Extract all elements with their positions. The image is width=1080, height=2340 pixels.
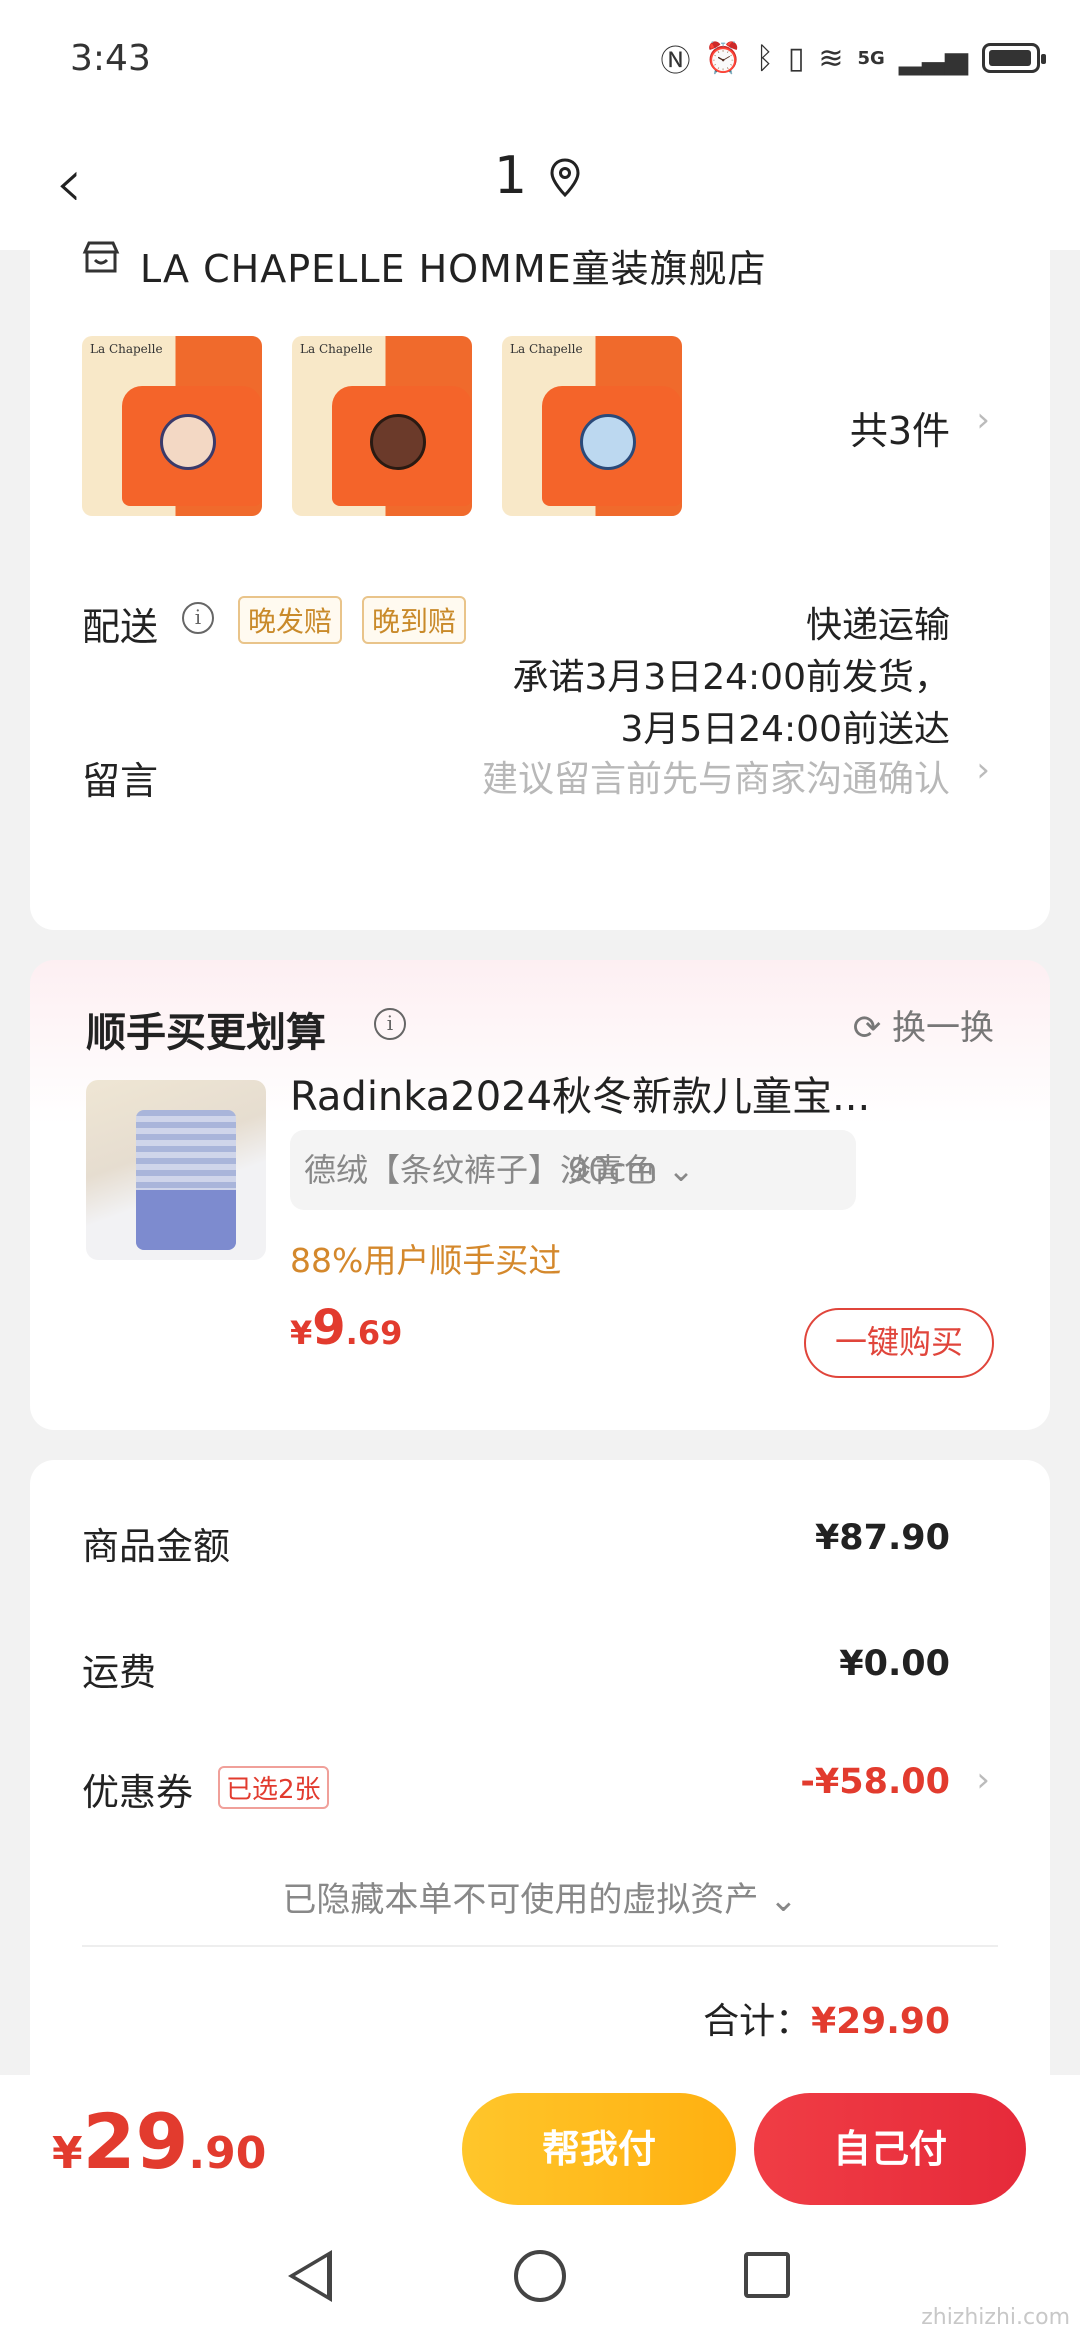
help-me-pay-button[interactable]: 帮我付	[462, 2093, 736, 2205]
note-label: 留言	[82, 759, 159, 803]
combo-product-name[interactable]: Radinka2024秋冬新款儿童宝...	[290, 1064, 990, 1122]
network-type: 5G	[857, 47, 885, 69]
shipping-value: ¥0.00	[839, 1644, 950, 1684]
battery-icon	[982, 43, 1046, 73]
system-recents-icon[interactable]	[744, 2252, 790, 2298]
page-title: 1	[494, 146, 528, 206]
chevron-down-icon: ⌄	[758, 1880, 798, 1920]
product-thumbnail[interactable]: La Chapelle	[502, 336, 682, 516]
nfc-icon: Ⓝ	[660, 44, 691, 79]
delivery-promise-arrive: 3月5日24:00前送达	[620, 709, 950, 750]
system-home-icon[interactable]	[514, 2250, 566, 2302]
goods-amount-value: ¥87.90	[814, 1518, 950, 1558]
info-icon[interactable]: i	[182, 602, 214, 634]
quick-buy-button[interactable]: 一键购买	[804, 1308, 994, 1378]
info-icon[interactable]: i	[374, 1008, 406, 1040]
wifi-icon: ≋	[818, 40, 844, 76]
chevron-right-icon[interactable]: ›	[976, 750, 990, 790]
status-time: 3:43	[70, 38, 151, 79]
store-icon	[82, 241, 120, 273]
cartoon-print	[580, 414, 636, 470]
thumb-brand: La Chapelle	[510, 342, 583, 356]
delivery-promise-ship: 承诺3月3日24:00前发货，	[512, 657, 950, 698]
refresh-label: 换一换	[892, 1008, 994, 1048]
total-value: ¥29.90	[811, 2001, 950, 2042]
delivery-method: 快递运输	[805, 605, 950, 646]
sku-selector[interactable]: 德绒【条纹裤子】淡青色 90cm ⌄	[290, 1130, 856, 1210]
pay-amount: ¥29.90	[52, 2097, 267, 2186]
system-back-icon-inner	[295, 2257, 327, 2295]
hidden-assets-toggle[interactable]: 已隐藏本单不可使用的虚拟资产 ⌄	[30, 1872, 1050, 1921]
late-ship-tag: 晚发赔	[238, 596, 343, 644]
note-input[interactable]: 建议留言前先与商家沟通确认	[482, 750, 950, 802]
alarm-icon: ⏰	[704, 40, 742, 76]
thumb-brand: La Chapelle	[300, 342, 373, 356]
delivery-label: 配送	[82, 605, 159, 649]
refresh-icon: ⟳	[852, 1008, 892, 1048]
shipping-label: 运费	[82, 1651, 156, 1694]
coupon-selected-tag: 已选2张	[218, 1766, 329, 1809]
total-row: 合计：¥29.90	[703, 1992, 950, 2044]
product-thumbnail[interactable]: La Chapelle	[82, 336, 262, 516]
sku-size: 90cm ⌄	[568, 1151, 695, 1189]
combo-title: 顺手买更划算	[86, 1010, 326, 1056]
goods-amount-label: 商品金额	[82, 1525, 230, 1568]
combo-product-image[interactable]	[86, 1080, 266, 1260]
combo-price: ¥9.69	[290, 1300, 403, 1356]
location-icon[interactable]	[548, 158, 582, 198]
status-icons: Ⓝ ⏰ ᛒ ▯ ≋ 5G ▂▃▅	[660, 36, 1046, 80]
total-label: 合计：	[703, 2001, 812, 2042]
summary-card: 商品金额 ¥87.90 运费 ¥0.00 优惠券 已选2张 -¥58.00 › …	[30, 1460, 1050, 2100]
coupon-value[interactable]: -¥58.00	[800, 1762, 950, 1802]
signal-icon: ▂▃▅	[898, 40, 968, 76]
pants-image-lower	[136, 1190, 236, 1250]
divider	[82, 1945, 998, 1947]
store-card: LA CHAPELLE HOMME童装旗舰店 La Chapelle La Ch…	[30, 200, 1050, 930]
late-arrival-tag: 晚到赔	[362, 596, 467, 644]
chevron-right-icon[interactable]: ›	[976, 400, 990, 440]
chevron-right-icon[interactable]: ›	[976, 1760, 990, 1800]
product-thumbnail[interactable]: La Chapelle	[292, 336, 472, 516]
item-count[interactable]: 共3件	[850, 400, 950, 455]
purchase-rate: 88%用户顺手买过	[290, 1241, 562, 1280]
bottom-pay-bar: ¥29.90 帮我付 自己付	[0, 2075, 1080, 2220]
refresh-button[interactable]: ⟳ 换一换	[853, 1000, 994, 1049]
store-name[interactable]: LA CHAPELLE HOMME童装旗舰店	[140, 238, 767, 293]
combo-card: 顺手买更划算 i ⟳ 换一换 Radinka2024秋冬新款儿童宝... 德绒【…	[30, 960, 1050, 1430]
cartoon-print	[160, 414, 216, 470]
pay-myself-button[interactable]: 自己付	[754, 2093, 1026, 2205]
coupon-label: 优惠券	[82, 1771, 193, 1814]
vibrate-icon: ▯	[787, 40, 805, 76]
status-bar: 3:43 Ⓝ ⏰ ᛒ ▯ ≋ 5G ▂▃▅	[0, 0, 1080, 120]
bluetooth-icon: ᛒ	[755, 40, 774, 76]
system-nav-bar: zhizhizhi.com	[0, 2220, 1080, 2340]
watermark: zhizhizhi.com	[921, 2305, 1070, 2330]
thumb-brand: La Chapelle	[90, 342, 163, 356]
cartoon-print	[370, 414, 426, 470]
